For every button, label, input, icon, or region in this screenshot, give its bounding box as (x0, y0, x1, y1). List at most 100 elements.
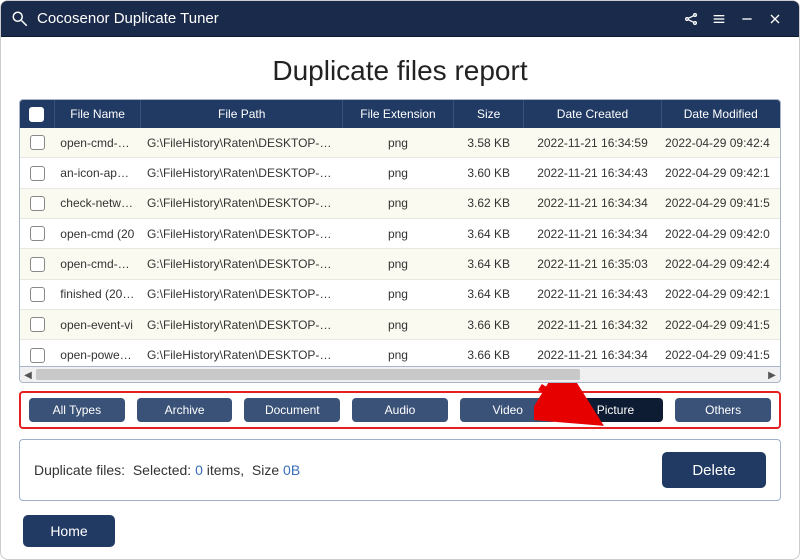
col-file-path[interactable]: File Path (141, 100, 343, 128)
filter-others-button[interactable]: Others (675, 398, 771, 422)
app-logo-icon (11, 10, 29, 28)
col-file-name[interactable]: File Name (54, 100, 141, 128)
cell-date-modified: 2022-04-29 09:42:1 (661, 279, 780, 309)
cell-file-ext: png (343, 188, 454, 218)
cell-size: 3.62 KB (453, 188, 524, 218)
row-checkbox[interactable] (30, 348, 45, 363)
cell-file-ext: png (343, 279, 454, 309)
horizontal-scrollbar[interactable]: ◀ ▶ (19, 367, 781, 383)
cell-date-created: 2022-11-21 16:34:34 (524, 218, 661, 248)
filter-bar: All Types Archive Document Audio Video Pictur… (19, 391, 781, 429)
cell-date-modified: 2022-04-29 09:42:1 (661, 158, 780, 188)
status-bar: Duplicate files: Selected: 0 items, Size… (19, 439, 781, 501)
titlebar: Cocosenor Duplicate Tuner (1, 1, 799, 37)
cell-file-name: open-event-vi (54, 309, 141, 339)
table-row[interactable]: open-cmd (20G:\FileHistory\Raten\DESKTOP… (20, 218, 780, 248)
cell-file-name: open-cmd-win (54, 128, 141, 158)
cell-date-created: 2022-11-21 16:35:03 (524, 249, 661, 279)
table-header-row: File Name File Path File Extension Size … (20, 100, 780, 128)
scroll-thumb[interactable] (36, 369, 580, 380)
cell-file-path: G:\FileHistory\Raten\DESKTOP-16H58I (141, 218, 343, 248)
table-row[interactable]: check-networkG:\FileHistory\Raten\DESKTO… (20, 188, 780, 218)
cell-file-name: finished (2022 (54, 279, 141, 309)
cell-size: 3.58 KB (453, 128, 524, 158)
cell-date-modified: 2022-04-29 09:42:4 (661, 128, 780, 158)
cell-file-ext: png (343, 218, 454, 248)
cell-size: 3.64 KB (453, 279, 524, 309)
cell-file-ext: png (343, 249, 454, 279)
results-table: File Name File Path File Extension Size … (19, 99, 781, 367)
table-row[interactable]: open-cmd-winG:\FileHistory\Raten\DESKTOP… (20, 249, 780, 279)
dup-label: Duplicate files: (34, 462, 125, 478)
cell-date-created: 2022-11-21 16:34:34 (524, 340, 661, 366)
cell-date-modified: 2022-04-29 09:41:5 (661, 340, 780, 366)
cell-file-path: G:\FileHistory\Raten\DESKTOP-16H58I (141, 309, 343, 339)
cell-date-created: 2022-11-21 16:34:32 (524, 309, 661, 339)
row-checkbox[interactable] (30, 196, 45, 211)
cell-file-path: G:\FileHistory\Raten\DESKTOP-16H58I (141, 188, 343, 218)
menu-icon[interactable] (705, 5, 733, 33)
minimize-icon[interactable] (733, 5, 761, 33)
cell-size: 3.64 KB (453, 218, 524, 248)
cell-date-modified: 2022-04-29 09:42:0 (661, 218, 780, 248)
row-checkbox[interactable] (30, 166, 45, 181)
col-date-created[interactable]: Date Created (524, 100, 661, 128)
table-row[interactable]: open-powershG:\FileHistory\Raten\DESKTOP… (20, 340, 780, 366)
col-file-ext[interactable]: File Extension (343, 100, 454, 128)
delete-button[interactable]: Delete (662, 452, 766, 488)
page-title: Duplicate files report (19, 55, 781, 87)
cell-file-path: G:\FileHistory\Raten\DESKTOP-16H58I (141, 158, 343, 188)
table-row[interactable]: finished (2022G:\FileHistory\Raten\DESKT… (20, 279, 780, 309)
cell-date-created: 2022-11-21 16:34:43 (524, 279, 661, 309)
cell-file-path: G:\FileHistory\Raten\DESKTOP-16H58I (141, 128, 343, 158)
home-button[interactable]: Home (23, 515, 115, 547)
row-checkbox[interactable] (30, 287, 45, 302)
selected-label: Selected: (133, 462, 191, 478)
close-icon[interactable] (761, 5, 789, 33)
items-word: items, (207, 462, 244, 478)
col-size[interactable]: Size (453, 100, 524, 128)
scroll-right-icon[interactable]: ▶ (764, 367, 780, 383)
row-checkbox[interactable] (30, 257, 45, 272)
table-row[interactable]: open-event-viG:\FileHistory\Raten\DESKTO… (20, 309, 780, 339)
cell-file-name: open-cmd (20 (54, 218, 141, 248)
row-checkbox[interactable] (30, 317, 45, 332)
size-word: Size (252, 462, 279, 478)
cell-file-path: G:\FileHistory\Raten\DESKTOP-16H58I (141, 249, 343, 279)
app-title: Cocosenor Duplicate Tuner (37, 10, 677, 27)
cell-size: 3.64 KB (453, 249, 524, 279)
cell-date-modified: 2022-04-29 09:41:5 (661, 309, 780, 339)
cell-date-modified: 2022-04-29 09:41:5 (661, 188, 780, 218)
cell-file-name: open-powersh (54, 340, 141, 366)
filter-all-types-button[interactable]: All Types (29, 398, 125, 422)
row-checkbox[interactable] (30, 226, 45, 241)
filter-video-button[interactable]: Video (460, 398, 556, 422)
cell-file-path: G:\FileHistory\Raten\DESKTOP-16H58I (141, 340, 343, 366)
table-row[interactable]: an-icon-appeaG:\FileHistory\Raten\DESKTO… (20, 158, 780, 188)
cell-date-created: 2022-11-21 16:34:34 (524, 188, 661, 218)
cell-file-ext: png (343, 340, 454, 366)
cell-date-modified: 2022-04-29 09:42:4 (661, 249, 780, 279)
share-icon[interactable] (677, 5, 705, 33)
cell-size: 3.66 KB (453, 309, 524, 339)
cell-file-name: open-cmd-win (54, 249, 141, 279)
cell-date-created: 2022-11-21 16:34:59 (524, 128, 661, 158)
cell-file-ext: png (343, 158, 454, 188)
select-all-checkbox[interactable] (29, 107, 44, 122)
table-row[interactable]: open-cmd-winG:\FileHistory\Raten\DESKTOP… (20, 128, 780, 158)
cell-size: 3.60 KB (453, 158, 524, 188)
cell-date-created: 2022-11-21 16:34:43 (524, 158, 661, 188)
filter-archive-button[interactable]: Archive (137, 398, 233, 422)
cell-file-name: check-network (54, 188, 141, 218)
cell-file-ext: png (343, 128, 454, 158)
scroll-left-icon[interactable]: ◀ (20, 367, 36, 383)
col-date-modified[interactable]: Date Modified (661, 100, 780, 128)
size-value: 0B (283, 462, 300, 478)
row-checkbox[interactable] (30, 135, 45, 150)
cell-size: 3.66 KB (453, 340, 524, 366)
cell-file-ext: png (343, 309, 454, 339)
filter-document-button[interactable]: Document (244, 398, 340, 422)
cell-file-name: an-icon-appea (54, 158, 141, 188)
filter-audio-button[interactable]: Audio (352, 398, 448, 422)
filter-picture-button[interactable]: Picture (568, 398, 664, 422)
